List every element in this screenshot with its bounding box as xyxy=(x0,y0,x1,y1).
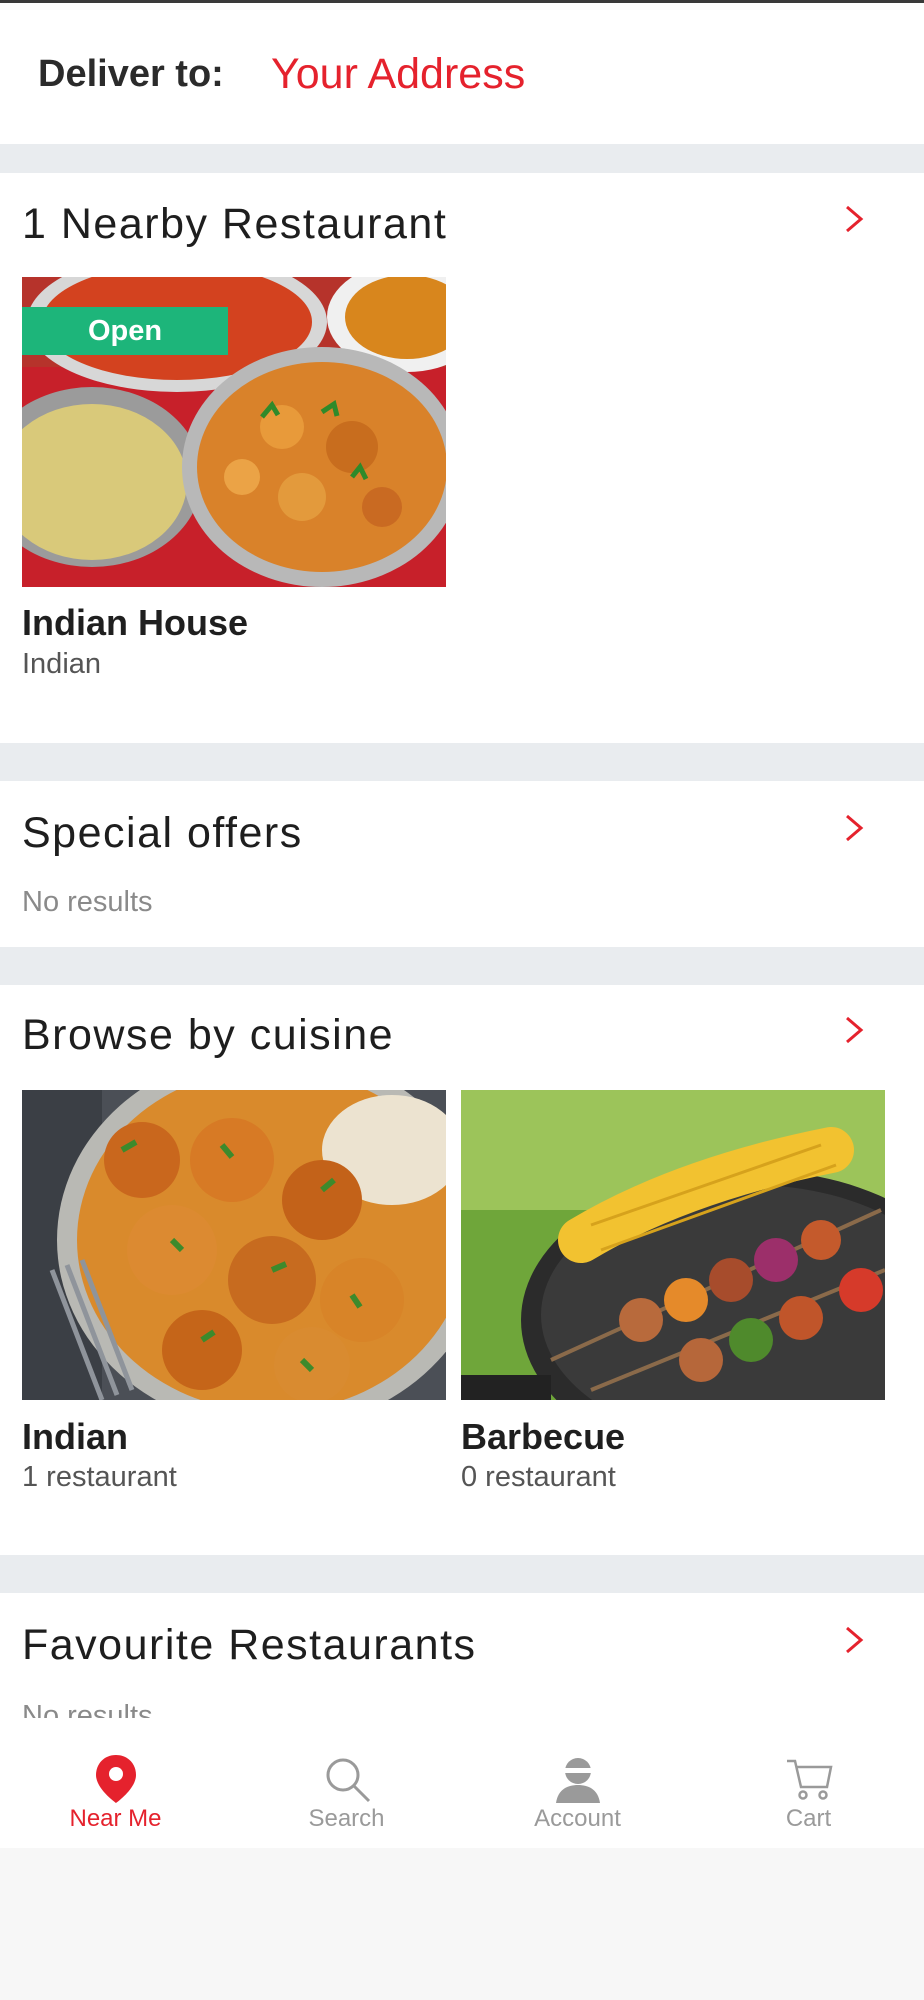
chevron-right-icon[interactable] xyxy=(834,808,874,848)
browse-cuisine-title: Browse by cuisine xyxy=(22,1011,395,1059)
restaurant-cuisine: Indian xyxy=(22,648,102,680)
favourite-restaurants-title: Favourite Restaurants xyxy=(22,1621,477,1669)
chevron-right-icon[interactable] xyxy=(834,1010,874,1050)
nav-near-me[interactable]: Near Me xyxy=(0,1718,231,1848)
nav-label: Near Me xyxy=(69,1805,162,1832)
cuisine-image-indian xyxy=(22,1090,446,1400)
delivery-header: Deliver to: Your Address xyxy=(0,3,924,144)
section-gap xyxy=(0,1555,924,1593)
special-offers-title: Special offers xyxy=(22,809,303,857)
special-offers-section: Special offers No results xyxy=(0,781,924,947)
cuisine-name: Indian xyxy=(22,1416,128,1457)
deliver-to-label: Deliver to: xyxy=(38,53,224,95)
special-offers-empty: No results xyxy=(22,886,153,918)
favourite-restaurants-empty: No results xyxy=(22,1700,153,1718)
nav-label: Account xyxy=(534,1805,621,1832)
blank-area xyxy=(0,1848,924,2000)
cuisine-restaurant-count: 0 restaurant xyxy=(461,1461,616,1493)
nearby-restaurants-title: 1 Nearby Restaurant xyxy=(22,200,448,248)
nav-label: Search xyxy=(308,1805,385,1832)
section-gap xyxy=(0,947,924,985)
cuisine-restaurant-count: 1 restaurant xyxy=(22,1461,177,1493)
nav-cart[interactable]: Cart xyxy=(693,1718,924,1848)
bottom-navigation: Near Me Search Account Cart xyxy=(0,1718,924,1848)
nav-label: Cart xyxy=(785,1805,832,1832)
favourite-restaurants-section: Favourite Restaurants No results xyxy=(0,1593,924,1718)
search-icon xyxy=(321,1753,373,1805)
section-gap xyxy=(0,743,924,781)
cart-icon xyxy=(783,1753,835,1805)
open-status-badge: Open xyxy=(22,307,228,355)
chevron-right-icon[interactable] xyxy=(834,199,874,239)
cuisine-image-barbecue xyxy=(461,1090,885,1400)
account-icon xyxy=(552,1753,604,1805)
cuisine-name: Barbecue xyxy=(461,1416,626,1457)
restaurant-name: Indian House xyxy=(22,602,249,643)
chevron-right-icon[interactable] xyxy=(834,1620,874,1660)
nav-search[interactable]: Search xyxy=(231,1718,462,1848)
nav-account[interactable]: Account xyxy=(462,1718,693,1848)
section-gap xyxy=(0,144,924,173)
location-pin-icon xyxy=(90,1753,142,1805)
address-link[interactable]: Your Address xyxy=(271,50,525,99)
